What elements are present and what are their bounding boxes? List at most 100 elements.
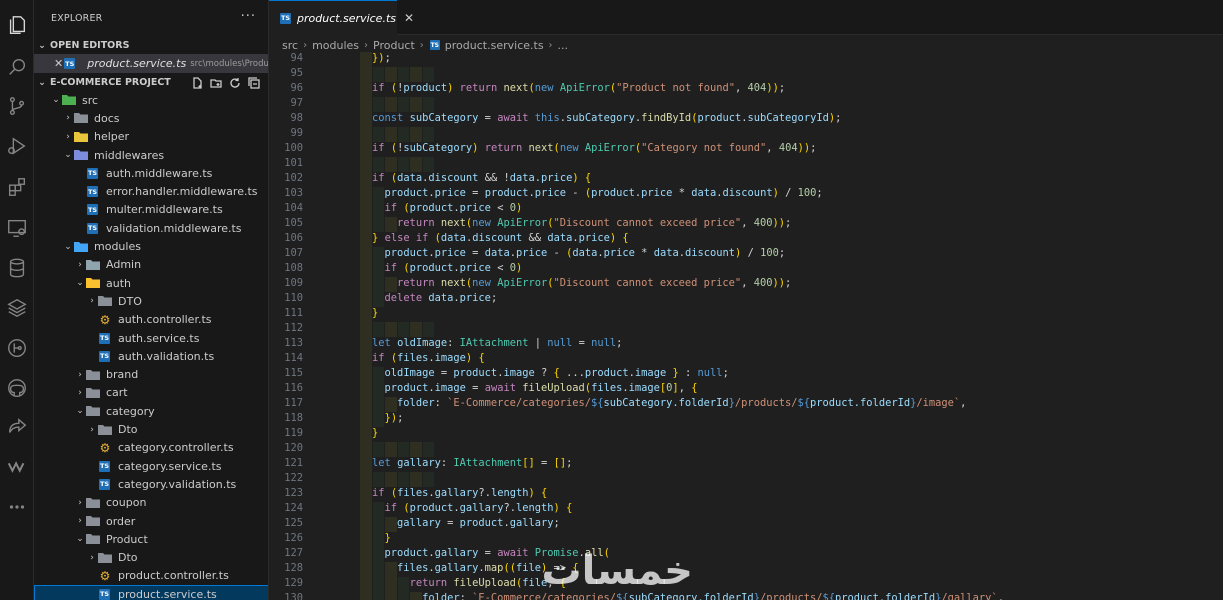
breadcrumb-item-product[interactable]: Product: [373, 39, 415, 52]
collapse-all-icon[interactable]: [248, 76, 260, 89]
search-icon[interactable]: [2, 52, 32, 82]
open-editors-header[interactable]: ⌄ OPEN EDITORS: [34, 36, 268, 55]
chevron-right-icon: ›: [364, 39, 369, 51]
tree-file[interactable]: TS category.validation.ts: [34, 475, 268, 493]
code-line: product.price = product.price - (product…: [384, 187, 823, 199]
tree-folder[interactable]: › Dto: [34, 420, 268, 438]
typescript-file-icon: TS: [99, 332, 110, 344]
tree-folder[interactable]: › DTO: [34, 292, 268, 310]
tree-folder[interactable]: ⌄ middlewares: [34, 146, 268, 164]
tree-item-label: category.validation.ts: [118, 477, 237, 491]
source-control-icon[interactable]: [2, 91, 32, 121]
tree-file[interactable]: TS auth.validation.ts: [34, 347, 268, 365]
tree-file[interactable]: ⚙ product.controller.ts: [34, 567, 268, 585]
chevron-right-icon: ›: [78, 259, 82, 270]
tree-folder[interactable]: › order: [34, 512, 268, 530]
run-debug-icon[interactable]: [2, 131, 32, 161]
files-icon[interactable]: [2, 10, 32, 40]
tab-product-service[interactable]: TS product.service.ts ✕: [269, 0, 414, 35]
extensions-icon[interactable]: [2, 172, 32, 202]
tree-item-label: category: [106, 404, 155, 418]
tree-folder[interactable]: ⌄ Product: [34, 530, 268, 548]
tree-file[interactable]: TS validation.middleware.ts: [34, 219, 268, 237]
folder-icon: [86, 496, 100, 510]
line-number: 106: [284, 232, 303, 244]
chevron-down-icon: ⌄: [38, 77, 46, 88]
vscode-window: EXPLORER ··· ⌄ OPEN EDITORS ✕ TS product…: [0, 0, 1223, 600]
chevron-right-icon: ›: [419, 39, 424, 51]
typescript-file-icon: TS: [99, 460, 110, 472]
tree-folder[interactable]: ⌄ modules: [34, 237, 268, 255]
project-header[interactable]: ⌄ E-COMMERCE PROJECT: [34, 73, 268, 92]
code-line: if (product.price < 0): [384, 202, 523, 214]
line-number: 105: [284, 217, 303, 229]
tree-folder[interactable]: ⌄ category: [34, 402, 268, 420]
open-editor-path: src\modules\Product: [190, 58, 269, 69]
line-number: 118: [284, 412, 303, 424]
tree-folder[interactable]: ⌄ src: [34, 91, 268, 109]
line-number: 96: [290, 82, 303, 94]
timeline-icon[interactable]: [2, 333, 32, 363]
close-icon[interactable]: ✕: [404, 11, 414, 25]
tree-folder[interactable]: › Dto: [34, 549, 268, 567]
remote-explorer-icon[interactable]: [2, 213, 32, 243]
tree-file[interactable]: ⚙ auth.controller.ts: [34, 311, 268, 329]
tree-file[interactable]: TS product.service.ts: [34, 585, 268, 600]
github-icon[interactable]: [2, 373, 32, 403]
breadcrumb-item-modules[interactable]: modules: [312, 39, 359, 52]
new-file-icon[interactable]: [191, 76, 203, 89]
line-number: 121: [284, 457, 303, 469]
tree-folder[interactable]: › brand: [34, 366, 268, 384]
indent-highlight: [385, 322, 397, 337]
breadcrumb-item-file[interactable]: product.service.ts: [445, 39, 544, 52]
wakatime-icon[interactable]: [2, 452, 32, 482]
new-folder-icon[interactable]: [210, 77, 222, 89]
tree-item-label: auth.middleware.ts: [106, 166, 213, 180]
line-number: 104: [284, 202, 303, 214]
database-icon[interactable]: [2, 253, 32, 283]
tree-file[interactable]: TS multer.middleware.ts: [34, 201, 268, 219]
indent-highlight: [385, 157, 397, 172]
close-icon[interactable]: ✕: [54, 57, 63, 70]
line-number: 119: [284, 427, 303, 439]
tree-file[interactable]: TS auth.service.ts: [34, 329, 268, 347]
tree-file[interactable]: TS error.handler.middleware.ts: [34, 183, 268, 201]
indent-highlight: [422, 157, 435, 172]
tree-file[interactable]: ⚙ category.controller.ts: [34, 439, 268, 457]
tree-folder[interactable]: › helper: [34, 128, 268, 146]
folder-open-icon: [86, 276, 100, 290]
tree-folder[interactable]: › docs: [34, 109, 268, 127]
gear-icon: ⚙: [99, 312, 111, 327]
open-editor-item[interactable]: ✕ TS product.service.ts src\modules\Prod…: [34, 54, 269, 73]
indent-highlight: [397, 97, 410, 112]
breadcrumb-item-src[interactable]: src: [282, 39, 298, 52]
tree-item-label: error.handler.middleware.ts: [106, 185, 258, 199]
typescript-file-icon: TS: [64, 58, 76, 69]
code-editor[interactable]: 94 }); 95 96 if (!product) return next(new…: [269, 52, 1223, 600]
indent-highlight: [422, 442, 435, 457]
tab-label: product.service.ts: [297, 11, 396, 25]
tree-item-label: auth: [106, 276, 131, 290]
refresh-icon[interactable]: [229, 77, 241, 89]
tree-item-label: category.controller.ts: [118, 441, 234, 455]
typescript-file-icon: TS: [429, 40, 440, 50]
tree-file[interactable]: TS auth.middleware.ts: [34, 164, 268, 182]
explorer-more-icon[interactable]: ···: [241, 9, 256, 24]
indent-highlight: [397, 67, 410, 82]
tree-folder[interactable]: › cart: [34, 384, 268, 402]
typescript-file-icon: TS: [87, 186, 98, 198]
code-line: });: [372, 52, 391, 64]
tree-folder[interactable]: › Admin: [34, 256, 268, 274]
typescript-file-icon: TS: [87, 167, 98, 179]
tree-item-label: auth.service.ts: [118, 331, 200, 345]
tree-folder[interactable]: ⌄ auth: [34, 274, 268, 292]
breadcrumb-item-symbol[interactable]: ...: [558, 39, 569, 52]
tree-folder[interactable]: › coupon: [34, 494, 268, 512]
tree-file[interactable]: TS category.service.ts: [34, 457, 268, 475]
more-icon[interactable]: [2, 492, 32, 522]
line-number: 127: [284, 547, 303, 559]
typescript-file-icon: TS: [280, 12, 291, 24]
layers-icon[interactable]: [2, 293, 32, 323]
live-share-icon[interactable]: [2, 412, 32, 442]
indent-highlight: [372, 67, 385, 82]
